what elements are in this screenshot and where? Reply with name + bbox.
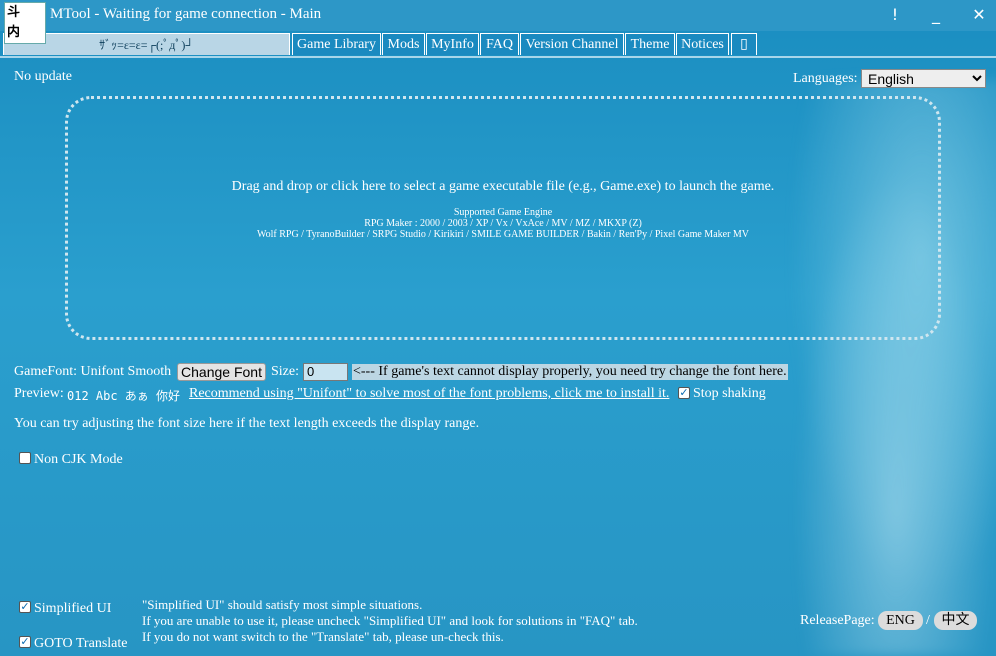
engines-line-1: RPG Maker : 2000 / 2003 / XP / Vx / VxAc… (364, 218, 642, 229)
unifont-install-link[interactable]: Recommend using "Unifont" to solve most … (189, 386, 669, 402)
close-button[interactable]: ✕ (964, 3, 994, 27)
tab-faq[interactable]: FAQ (480, 33, 519, 55)
preview-sample: 012 Abc あぁ 你好 (67, 389, 181, 403)
window-title: MTool - Waiting for game connection - Ma… (50, 6, 322, 22)
change-font-button[interactable]: Change Font (177, 363, 266, 381)
tab-myinfo[interactable]: MyInfo (426, 33, 479, 55)
font-size-input[interactable]: 0 (303, 363, 348, 381)
language-label: Languages: (793, 71, 858, 86)
tab-version-channel[interactable]: Version Channel (520, 33, 624, 55)
non-cjk-checkbox[interactable] (19, 452, 31, 464)
language-select[interactable]: English (861, 69, 986, 88)
note-line-1: "Simplified UI" should satisfy most simp… (142, 597, 423, 612)
tab-mobile-icon[interactable]: ▯ (731, 33, 757, 55)
game-drop-zone[interactable]: Drag and drop or click here to select a … (65, 96, 941, 340)
non-cjk-label: Non CJK Mode (34, 452, 123, 467)
note-line-2: If you are unable to use it, please unch… (142, 613, 638, 628)
drop-zone-instructions: Drag and drop or click here to select a … (231, 179, 775, 194)
tab-notices[interactable]: Notices (676, 33, 729, 55)
simplified-ui-checkbox[interactable]: ✓ (19, 601, 31, 613)
update-status: No update (14, 69, 72, 84)
goto-translate-label: GOTO Translate (34, 636, 128, 651)
tab-main[interactable]: ｻﾞｯ=ε=ε=┌(;ﾟдﾟ)┘ (3, 33, 290, 55)
tab-game-library[interactable]: Game Library (292, 33, 381, 55)
simplified-ui-label: Simplified UI (34, 601, 112, 616)
engines-title: Supported Game Engine (453, 207, 553, 218)
title-bar: MTool - Waiting for game connection - Ma… (0, 0, 996, 31)
adjust-size-hint: You can try adjusting the font size here… (14, 416, 480, 431)
app-window: MTool - Waiting for game connection - Ma… (0, 0, 996, 656)
goto-translate-checkbox[interactable]: ✓ (19, 636, 31, 648)
tab-bar: ｻﾞｯ=ε=ε=┌(;ﾟдﾟ)┘ Game Library Mods MyInf… (0, 33, 996, 57)
release-eng-button[interactable]: ENG (878, 611, 923, 630)
stop-shaking-label: Stop shaking (693, 386, 766, 401)
game-font-label: GameFont: Unifont Smooth (14, 364, 172, 379)
alert-icon[interactable]: ! (880, 3, 910, 27)
engines-line-2: Wolf RPG / TyranoBuilder / SRPG Studio /… (256, 229, 750, 240)
stop-shaking-checkbox[interactable]: ✓ (678, 387, 690, 399)
release-zh-button[interactable]: 中文 (934, 611, 977, 630)
size-label: Size: (271, 364, 299, 379)
release-page-label: ReleasePage: (800, 613, 875, 628)
tab-theme[interactable]: Theme (625, 33, 675, 55)
tab-divider (0, 56, 996, 58)
release-separator: / (926, 613, 930, 628)
preview-label: Preview: (14, 386, 64, 401)
tab-mods[interactable]: Mods (382, 33, 425, 55)
font-hint: <--- If game's text cannot display prope… (352, 364, 788, 380)
minimize-button[interactable]: _ (921, 3, 951, 27)
app-logo-icon: 斗内 (4, 2, 46, 44)
note-line-3: If you do not want switch to the "Transl… (142, 629, 504, 644)
